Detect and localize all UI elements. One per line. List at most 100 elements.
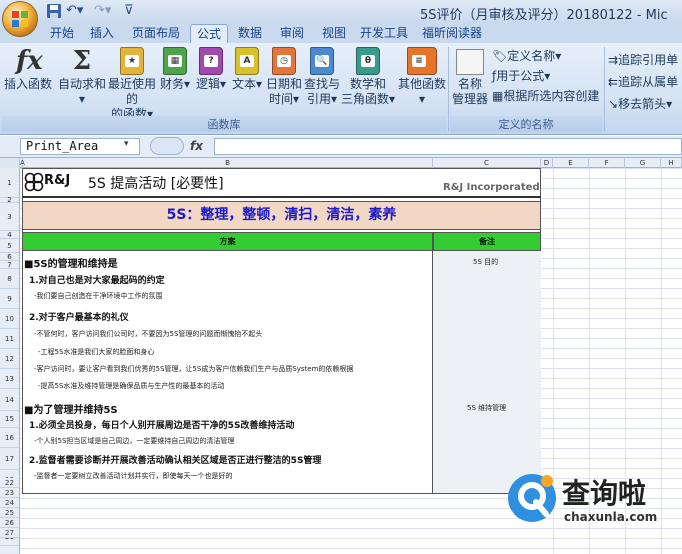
column-note-header: 备注 [433,232,541,251]
name-manager-button[interactable]: 名称 管理器 [450,49,490,107]
ribbon: fx 插入函数 Σ 自动求和 ▾ ★ 最近使用的 的函数▾ ▦ 财务▾ ? 逻辑… [0,43,682,135]
undo-icon[interactable]: ↶▾ [66,3,83,21]
item-text: -我们要自己创造在干净环境中工作的氛围 [34,292,163,300]
column-headers: A B C D E F G H [0,158,682,168]
section-heading: ■为了管理并维持5S [24,405,118,416]
section-note: 5S 维持管理 [467,404,507,412]
trace-dependents-button[interactable]: ⇇追踪从属单 [608,73,678,90]
row-headers: 1 2 3 4 5 6 7 8 9 10 11 12 13 14 15 16 1… [0,168,20,554]
row-header[interactable]: 11 [0,329,19,349]
item-heading: 1.对自己也是对大家最起码的约定 [29,276,165,286]
grid-icon: ▦ [492,89,504,103]
tab-foxit-reader[interactable]: 福昕阅读器 [418,24,486,43]
row-header[interactable]: 5 [0,239,19,253]
row-header[interactable]: 3 [0,203,19,231]
redo-icon[interactable]: ↷▾ [94,3,111,21]
item-heading: 2.监督者需要诊断并开展改善活动确认相关区域是否正进行整洁的5S管理 [29,456,322,466]
column-header-c[interactable]: C [433,158,541,168]
item-text: -不管何时，客户访问我们公司时，不要因为5S管理的问题而惭愧抬不起头 [34,330,263,338]
item-text: -客户访问时，要让客户看到我们优秀的5S管理，让5S成为客户信赖我们生产与品质S… [34,365,354,373]
trace-precedents-button[interactable]: ⇉追踪引用单 [608,51,678,68]
save-icon[interactable] [46,3,62,21]
tab-home[interactable]: 开始 [44,24,80,43]
column-header-h[interactable]: H [661,158,682,168]
create-from-selection-button[interactable]: ▦根据所选内容创建 [492,87,599,104]
watermark-url: chaxunla.com [564,510,658,524]
insert-function-button[interactable]: fx 插入函数 [4,47,52,92]
text-button[interactable]: A 文本▾ [230,47,264,92]
watermark-text: 查询啦 [562,477,647,510]
column-header-f[interactable]: F [589,158,625,168]
formula-bar-resize-handle[interactable] [150,137,184,155]
remove-arrows-button[interactable]: ↘移去箭头▾ [608,95,672,112]
row-header[interactable]: 14 [0,389,19,411]
page-title: 5S 提高活动 [必要性] [88,176,224,192]
more-functions-button[interactable]: ≡ 其他函数 ▾ [396,47,448,107]
row-header[interactable]: 10 [0,309,19,329]
row-header[interactable]: 8 [0,269,19,289]
row-header[interactable]: 20 [0,508,19,528]
row-header[interactable]: 19 [0,490,19,508]
row-header[interactable]: 12 [0,349,19,369]
define-name-button[interactable]: 🏷定义名称▾ [492,47,561,64]
autosum-button[interactable]: Σ 自动求和 ▾ [56,47,108,107]
slogan-banner: 5S：整理，整顿，清扫，清洁，素养 [22,201,541,230]
tab-insert[interactable]: 插入 [84,24,120,43]
group-separator [448,47,449,131]
customize-toolbar-icon[interactable]: ⊽ [124,3,134,21]
math-trig-button[interactable]: θ 数学和 三角函数▾ [340,47,396,107]
clock-book-icon: ◷ [272,47,296,75]
tab-review[interactable]: 审阅 [274,24,310,43]
recent-functions-button[interactable]: ★ 最近使用的 的函数▾ [108,47,156,122]
column-header-b[interactable]: B [23,158,433,168]
remove-arrows-icon: ↘ [608,97,619,111]
select-all-corner[interactable] [0,158,20,168]
company-name: R&J Incorporated [443,182,540,193]
group-label-defined-names: 定义的名称 [450,116,602,132]
trace-dependents-icon: ⇇ [608,75,619,89]
fx-button[interactable]: fx [190,139,203,153]
magnifier-book-icon: 🔍 [310,47,334,75]
group-label-function-library: 函数库 [2,116,446,132]
group-separator [604,47,605,131]
sigma-icon: Σ [72,46,92,76]
row-header[interactable]: 9 [0,289,19,309]
row-header[interactable]: 17 [0,448,19,470]
finance-button[interactable]: ▦ 财务▾ [158,47,192,92]
lookup-button[interactable]: 🔍 查找与 引用▾ [304,47,340,107]
row-header[interactable]: 4 [0,231,19,239]
watermark: 查询啦 chaxunla.com [502,470,682,550]
note-column [433,251,541,493]
row-header[interactable]: 16 [0,428,19,448]
window-title: 5S评价（月审核及评分）20180122 - Mic [420,8,668,23]
item-heading: 1.必须全员投身，每日个人别开展周边是否干净的5S改善维持活动 [29,421,295,431]
tag-icon: 🏷 [492,49,508,63]
row-header[interactable]: 6 [0,253,19,261]
item-heading: 2.对于客户最基本的礼仪 [29,313,129,323]
star-book-icon: ★ [120,47,144,75]
row-header[interactable]: 18 [0,470,19,490]
item-text: -提高5S水准及维持管理是确保品质与生产性的最基本的活动 [38,382,225,390]
row-header[interactable]: 15 [0,411,19,428]
tab-data[interactable]: 数据 [232,24,268,43]
trace-precedents-icon: ⇉ [608,53,619,67]
name-box-dropdown-icon[interactable]: ▾ [124,139,129,149]
row-header[interactable]: 7 [0,261,19,269]
column-header-d[interactable]: D [541,158,553,168]
column-header-e[interactable]: E [553,158,589,168]
use-in-formula-button[interactable]: ƒ用于公式▾ [492,67,550,84]
row-header[interactable]: 1 [0,168,19,198]
logic-button[interactable]: ? 逻辑▾ [194,47,228,92]
tab-page-layout[interactable]: 页面布局 [126,24,186,43]
column-header-g[interactable]: G [625,158,661,168]
name-box[interactable]: Print_Area [20,138,140,155]
row-header[interactable]: 21 [0,528,19,546]
office-button[interactable] [2,1,38,37]
text-book-icon: A [235,47,259,75]
tab-formulas[interactable]: 公式 [190,24,228,43]
row-header[interactable]: 13 [0,369,19,389]
tab-developer[interactable]: 开发工具 [356,24,412,43]
datetime-button[interactable]: ◷ 日期和 时间▾ [266,47,302,107]
tab-view[interactable]: 视图 [316,24,352,43]
formula-input[interactable] [214,138,682,155]
